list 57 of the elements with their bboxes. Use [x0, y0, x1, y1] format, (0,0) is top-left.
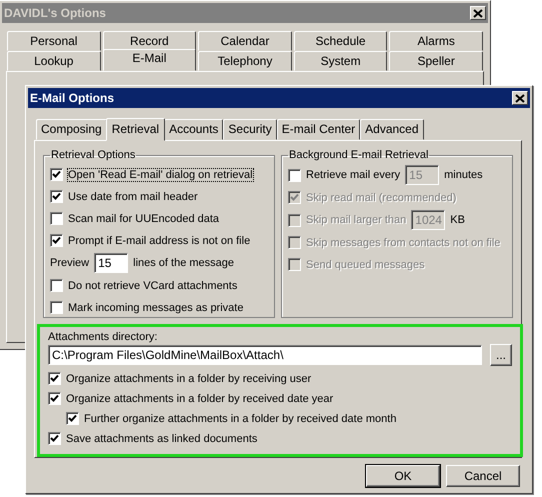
checkbox-label: Skip mail larger than [306, 214, 406, 226]
tab[interactable]: Lookup [7, 51, 101, 71]
checkbox-label: Mark incoming messages as private [68, 302, 244, 314]
tab[interactable]: Schedule [294, 31, 388, 51]
checkbox-label: Organize attachments in a folder by receiving user [66, 372, 312, 384]
group-title: Background E-mail Retrieval [288, 149, 430, 161]
checkbox[interactable] [66, 412, 79, 425]
tab[interactable]: E-Mail [102, 49, 196, 71]
tab[interactable]: Telephony [198, 51, 292, 71]
tab[interactable]: Alarms [389, 31, 483, 51]
close-button[interactable] [470, 6, 486, 20]
tab[interactable]: E-mail Center [276, 119, 360, 140]
tab[interactable]: Retrieval [106, 118, 166, 141]
group-title: Retrieval Options [50, 149, 136, 161]
close-button[interactable] [512, 91, 528, 105]
cancel-button[interactable]: Cancel [446, 465, 520, 487]
tab[interactable]: Calendar [198, 31, 292, 51]
checkbox-label: Send queued messages [306, 258, 425, 270]
window-title: E-Mail Options [30, 91, 114, 105]
checkbox-label: Open 'Read E-mail' dialog on retrieval [68, 168, 253, 180]
checkbox-label: Scan mail for UUEncoded data [68, 212, 220, 224]
tab[interactable]: Advanced [360, 119, 424, 140]
window-title: DAVIDL's Options [4, 6, 106, 20]
tab[interactable]: Security [223, 119, 277, 140]
checkbox-label: Skip read mail (recommended) [306, 192, 456, 204]
checkbox[interactable] [50, 279, 63, 292]
field-label: Attachments directory: [48, 331, 158, 343]
unit-label: minutes [444, 169, 483, 181]
checkbox-label: Organize attachments in a folder by received date year [66, 392, 334, 404]
checkbox[interactable] [48, 372, 61, 385]
tab[interactable]: Accounts [164, 119, 224, 140]
tab[interactable]: System [294, 51, 388, 71]
checkbox-label: Retrieve mail every [306, 169, 400, 181]
field-label: Preview [50, 257, 90, 269]
tab[interactable]: Record [102, 31, 196, 51]
checkbox-label: Prompt if E-mail address is not on file [68, 234, 250, 246]
checkbox[interactable] [50, 190, 63, 203]
field-suffix: lines of the message [133, 257, 234, 269]
ok-button[interactable]: OK [366, 465, 440, 487]
checkbox[interactable] [288, 168, 301, 182]
number-field[interactable]: 15 [94, 253, 128, 273]
checkbox[interactable] [50, 301, 63, 314]
tab[interactable]: Personal [7, 31, 101, 51]
checkbox[interactable] [48, 432, 61, 445]
checkbox-label: Skip messages from contacts not on file [306, 236, 500, 248]
checkbox-label: Use date from mail header [68, 190, 198, 202]
checkbox-label: Do not retrieve VCard attachments [68, 280, 238, 292]
checkbox[interactable] [48, 392, 61, 405]
checkbox-label: Save attachments as linked documents [66, 432, 258, 444]
unit-label: KB [450, 214, 465, 226]
checkbox[interactable] [50, 168, 63, 181]
checkbox-label: Further organize attachments in a folder by received date month [84, 412, 396, 424]
tab[interactable]: Speller [389, 51, 483, 71]
checkbox[interactable] [50, 212, 63, 225]
path-field[interactable]: C:\Program Files\GoldMine\MailBox\Attach\ [48, 345, 482, 365]
browse-button[interactable]: ... [490, 344, 512, 366]
checkbox[interactable] [50, 234, 63, 247]
